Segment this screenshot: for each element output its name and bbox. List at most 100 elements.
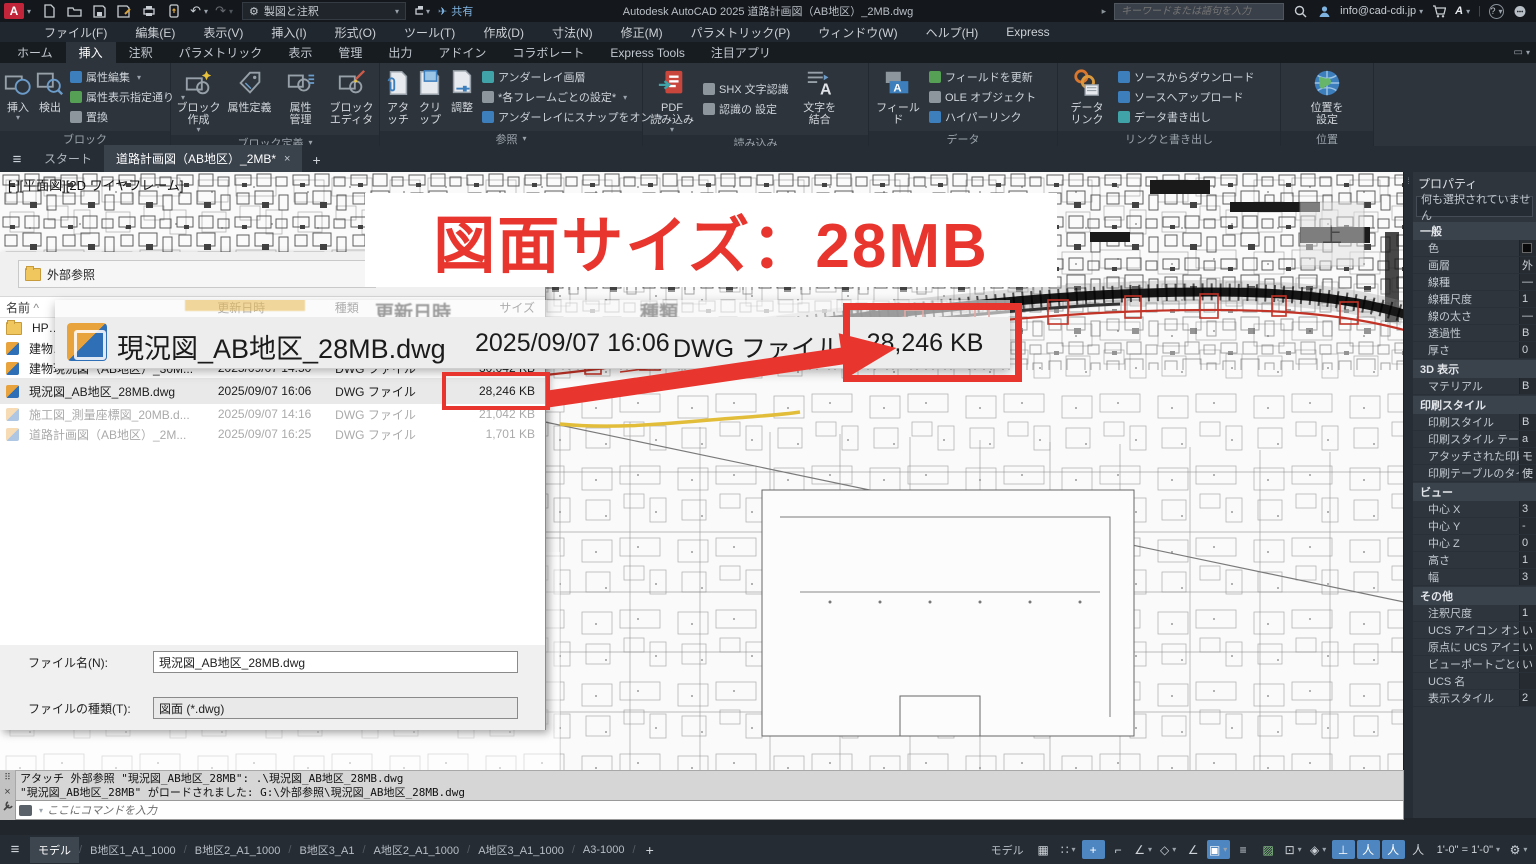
- property-row[interactable]: マテリアルB: [1413, 378, 1536, 395]
- cart-icon[interactable]: [1431, 3, 1447, 19]
- layout-tab[interactable]: A3-1000: [575, 839, 633, 861]
- ribbon-tab-collaborate[interactable]: コラボレート: [499, 42, 597, 63]
- create-block-button[interactable]: ブロック 作成: [174, 65, 223, 133]
- property-row[interactable]: UCS アイコン オンい: [1413, 622, 1536, 639]
- ribbon-tab-home[interactable]: ホーム: [4, 42, 66, 63]
- dynamic-input-icon[interactable]: +: [1082, 840, 1105, 859]
- workspace-switcher[interactable]: ⚙ 製図と注釈: [242, 2, 406, 20]
- section-3d[interactable]: 3D 表示: [1413, 360, 1536, 378]
- update-fields-button[interactable]: フィールドを更新: [929, 69, 1036, 85]
- underlay-layers-button[interactable]: アンダーレイ画層: [482, 69, 663, 85]
- new-file-icon[interactable]: [41, 3, 57, 19]
- property-row[interactable]: 原点に UCS アイコンい: [1413, 639, 1536, 656]
- field-button[interactable]: A フィールド: [872, 65, 924, 129]
- help-icon[interactable]: ?: [1489, 4, 1504, 19]
- layout-tab[interactable]: A地区2_A1_1000: [366, 837, 468, 863]
- selection-dropdown[interactable]: 何も選択されていません: [1416, 196, 1533, 217]
- share-button[interactable]: ✈ 共有: [438, 3, 473, 19]
- new-tab-icon[interactable]: +: [302, 148, 330, 172]
- insert-block-button[interactable]: 挿入: [3, 65, 33, 129]
- panel-footer-block[interactable]: ブロック: [0, 131, 170, 146]
- isodraft-icon[interactable]: ◇: [1157, 840, 1180, 859]
- property-row[interactable]: 線の太さ—: [1413, 308, 1536, 325]
- ribbon-tab-manage[interactable]: 管理: [325, 42, 375, 63]
- command-close-icon[interactable]: ×: [4, 786, 10, 798]
- annotation-visibility-icon[interactable]: 人: [1357, 840, 1380, 859]
- section-misc[interactable]: その他: [1413, 587, 1536, 605]
- menu-file[interactable]: ファイル(F): [30, 24, 121, 41]
- layout-tab-model[interactable]: モデル: [30, 837, 79, 863]
- property-row[interactable]: アタッチされた印刷...モ: [1413, 448, 1536, 465]
- tab-active-document[interactable]: 道路計画図（AB地区）_2MB* ×: [104, 145, 302, 172]
- filename-input[interactable]: 現況図_AB地区_28MB.dwg: [153, 651, 518, 673]
- annotation-autoscale-icon[interactable]: 人: [1382, 840, 1405, 859]
- menu-edit[interactable]: 編集(E): [121, 24, 189, 41]
- transparency-icon[interactable]: ▨: [1257, 840, 1280, 859]
- autodesk-logo-icon[interactable]: A: [1455, 5, 1470, 17]
- search-icon[interactable]: [1292, 3, 1308, 19]
- annotation-scale-button[interactable]: 1'-0" = 1'-0": [1432, 844, 1505, 856]
- property-row[interactable]: 透過性B: [1413, 325, 1536, 342]
- property-row[interactable]: 注釈尺度1: [1413, 605, 1536, 622]
- manage-attributes-button[interactable]: 属性 管理: [276, 65, 325, 133]
- chat-icon[interactable]: [1512, 3, 1528, 19]
- layout-tab[interactable]: B地区2_A1_1000: [187, 837, 289, 863]
- palette-grip[interactable]: ⁞: [1404, 172, 1413, 818]
- menu-modify[interactable]: 修正(M): [607, 24, 677, 41]
- snap-mode-icon[interactable]: ∷: [1057, 840, 1080, 859]
- command-wrench-icon[interactable]: [3, 801, 13, 813]
- panel-footer-link[interactable]: リンクと書き出し: [1058, 131, 1280, 146]
- layout-menu-icon[interactable]: ≡: [0, 837, 30, 862]
- lineweight-icon[interactable]: ≡: [1232, 840, 1255, 859]
- property-row[interactable]: 画層外: [1413, 257, 1536, 274]
- attribute-display-button[interactable]: 属性表示指定通り: [70, 89, 185, 105]
- logo-dropdown-icon[interactable]: [24, 5, 31, 17]
- data-link-button[interactable]: データ リンク: [1061, 65, 1113, 129]
- model-space-button[interactable]: モデル: [985, 839, 1030, 861]
- undo-icon[interactable]: ↶: [191, 3, 207, 19]
- menu-insert[interactable]: 挿入(I): [257, 24, 320, 41]
- property-row[interactable]: 線種—: [1413, 274, 1536, 291]
- filetype-select[interactable]: 図面 (*.dwg): [153, 697, 518, 719]
- adjust-button[interactable]: 調整: [447, 65, 477, 129]
- property-row[interactable]: 厚さ0: [1413, 342, 1536, 359]
- property-row[interactable]: 中心 Y-: [1413, 518, 1536, 535]
- grid-icon[interactable]: ▦: [1032, 840, 1055, 859]
- menu-dimension[interactable]: 寸法(N): [538, 24, 607, 41]
- block-editor-button[interactable]: ブロック エディタ: [327, 65, 376, 133]
- ribbon-tab-addins[interactable]: アドイン: [425, 42, 499, 63]
- new-layout-icon[interactable]: +: [636, 838, 664, 862]
- clip-button[interactable]: クリップ: [415, 65, 445, 129]
- property-row[interactable]: 中心 X3: [1413, 501, 1536, 518]
- menu-draw[interactable]: 作成(D): [469, 24, 538, 41]
- ribbon-tab-parametric[interactable]: パラメトリック: [166, 42, 276, 63]
- menu-format[interactable]: 形式(O): [321, 24, 390, 41]
- layout-tab[interactable]: B地区1_A1_1000: [82, 837, 184, 863]
- customization-gear-icon[interactable]: ⚙: [1507, 840, 1530, 859]
- menu-window[interactable]: ウィンドウ(W): [804, 24, 911, 41]
- replace-block-button[interactable]: 置換: [70, 109, 185, 125]
- command-input[interactable]: ここにコマンドを入力: [15, 800, 1404, 820]
- property-row[interactable]: ビューポートごとの UCSい: [1413, 656, 1536, 673]
- menu-parametric[interactable]: パラメトリック(P): [677, 24, 805, 41]
- save-as-icon[interactable]: [116, 3, 132, 19]
- panel-footer-reference[interactable]: 参照: [380, 131, 642, 146]
- set-location-button[interactable]: 位置を 設定: [1301, 65, 1353, 129]
- section-general[interactable]: 一般: [1413, 222, 1536, 240]
- ole-object-button[interactable]: OLE オブジェクト: [929, 89, 1036, 105]
- property-row[interactable]: 線種尺度1: [1413, 291, 1536, 308]
- ribbon-tab-output[interactable]: 出力: [375, 42, 425, 63]
- look-in-field[interactable]: 外部参照: [18, 260, 376, 288]
- extract-data-button[interactable]: データ書き出し: [1118, 109, 1254, 125]
- combine-text-button[interactable]: A 文字を 結合: [794, 65, 846, 133]
- ribbon-minimize-icon[interactable]: ▭: [1514, 42, 1530, 63]
- viewcube[interactable]: 上: [1300, 202, 1364, 266]
- snap-to-underlay-button[interactable]: アンダーレイにスナップをオン: [482, 109, 663, 125]
- menu-tools[interactable]: ツール(T): [390, 24, 469, 41]
- hyperlink-button[interactable]: ハイパーリンク: [929, 109, 1036, 125]
- property-row[interactable]: 中心 Z0: [1413, 535, 1536, 552]
- menu-help[interactable]: ヘルプ(H): [912, 24, 993, 41]
- section-plotstyle[interactable]: 印刷スタイル: [1413, 396, 1536, 414]
- object-snap-icon[interactable]: ▣: [1207, 840, 1230, 859]
- menu-express[interactable]: Express: [992, 25, 1063, 39]
